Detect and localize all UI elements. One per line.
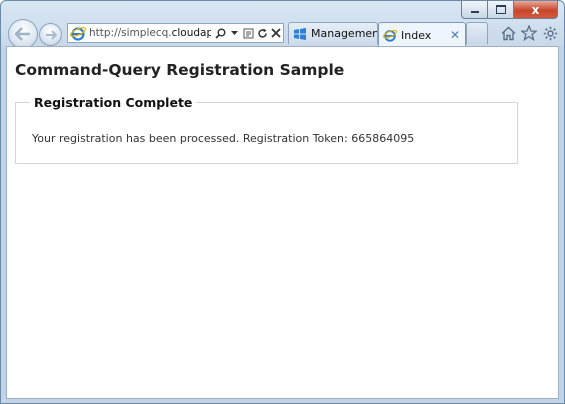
- tab-label: Index: [401, 28, 432, 42]
- forward-button[interactable]: [39, 23, 62, 46]
- url-host: cloudapp...: [171, 27, 211, 39]
- refresh-icon[interactable]: [255, 25, 269, 41]
- maximize-icon: [495, 5, 506, 14]
- navigation-bar: http://simplecq.cloudapp...: [1, 19, 564, 49]
- favorites-star-icon[interactable]: [521, 24, 537, 42]
- forward-arrow-icon: [45, 29, 57, 40]
- gear-icon[interactable]: [542, 24, 558, 42]
- tab-label: Managemen...: [311, 27, 377, 40]
- tab-index[interactable]: Index ✕: [378, 22, 466, 47]
- browser-window: x http://simplecq.cloudapp...: [0, 0, 565, 404]
- ie-icon: [383, 29, 397, 42]
- home-icon[interactable]: [500, 24, 516, 42]
- new-tab-button[interactable]: [466, 22, 488, 44]
- ie-icon: [70, 27, 86, 41]
- maximize-button[interactable]: [488, 1, 514, 19]
- window-caption-buttons: x: [461, 1, 558, 19]
- stop-icon[interactable]: [269, 25, 283, 41]
- command-tools: [500, 24, 558, 42]
- search-icon[interactable]: [213, 25, 227, 41]
- tab-management[interactable]: Managemen...: [288, 22, 378, 44]
- azure-windows-icon: [294, 27, 306, 40]
- section-legend: Registration Complete: [34, 95, 193, 110]
- page-content: Command-Query Registration Sample Regist…: [6, 46, 559, 399]
- back-button[interactable]: [8, 19, 38, 49]
- address-bar[interactable]: http://simplecq.cloudapp...: [67, 23, 284, 43]
- back-arrow-icon: [15, 27, 30, 41]
- page-title: Command-Query Registration Sample: [15, 61, 345, 79]
- chevron-down-icon[interactable]: [227, 25, 241, 41]
- close-icon: x: [531, 2, 540, 17]
- url-text[interactable]: http://simplecq.cloudapp...: [89, 27, 211, 39]
- address-tools: [213, 25, 283, 41]
- registration-message: Your registration has been processed. Re…: [32, 132, 415, 145]
- minimize-button[interactable]: [461, 1, 488, 19]
- close-window-button[interactable]: x: [514, 1, 558, 19]
- registration-fieldset: Registration Complete Your registration …: [15, 95, 518, 164]
- url-prefix: http://simplecq.: [89, 27, 172, 39]
- close-tab-icon[interactable]: ✕: [450, 28, 460, 42]
- minimize-icon: [470, 11, 479, 13]
- compatibility-view-icon[interactable]: [241, 25, 255, 41]
